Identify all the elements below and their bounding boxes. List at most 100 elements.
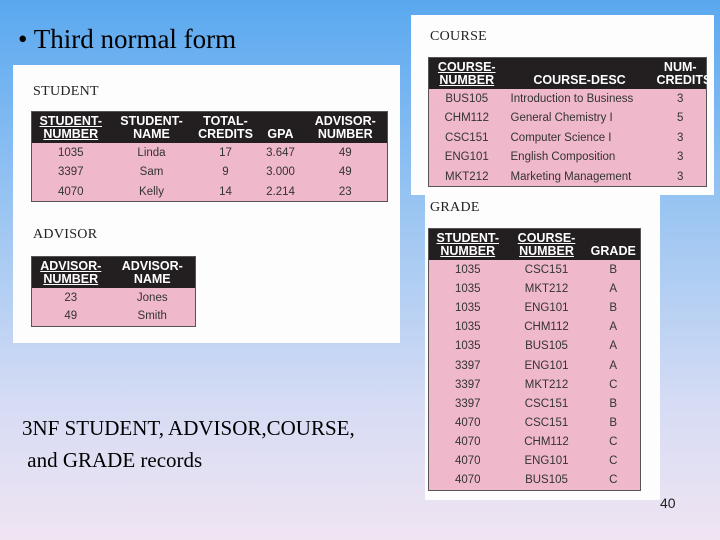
course-table-label: COURSE bbox=[430, 29, 488, 44]
table-row: 1035 MKT212 A bbox=[429, 279, 641, 298]
table-cell: CHM112 bbox=[524, 436, 569, 449]
table-cell: MKT212 bbox=[445, 170, 489, 183]
table-row: BUS105 Introduction to Business 3 bbox=[429, 89, 707, 109]
table-cell: Sam bbox=[139, 166, 164, 179]
table-cell: Marketing Management bbox=[510, 170, 632, 183]
table-cell: 1035 bbox=[454, 301, 481, 314]
table-cell: 3.647 bbox=[266, 146, 295, 159]
table-cell: 14 bbox=[219, 185, 232, 198]
table-cell: 1035 bbox=[454, 263, 481, 276]
table-cell: 3397 bbox=[454, 397, 481, 410]
table-cell: 9 bbox=[222, 166, 229, 179]
column-header-text: CREDITS bbox=[198, 127, 253, 141]
table-cell: 4070 bbox=[454, 436, 481, 449]
table-cell: General Chemistry I bbox=[510, 112, 613, 125]
grade-table: STUDENT- NUMBER COURSE- NUMBER GRADE 1035 CSC… bbox=[428, 228, 641, 491]
table-cell: CSC151 bbox=[445, 131, 489, 144]
table-cell: English Composition bbox=[510, 151, 616, 164]
column-header-text: NAME bbox=[133, 272, 171, 286]
table-cell: CSC151 bbox=[524, 417, 569, 430]
slide-title: • Third normal form bbox=[18, 24, 237, 54]
table-cell: Jones bbox=[136, 291, 168, 304]
table-cell: Computer Science I bbox=[510, 131, 612, 144]
column-header: ADVISOR- NUMBER bbox=[303, 111, 388, 143]
table-row: 4070 BUS105 C bbox=[429, 471, 641, 490]
table-cell: A bbox=[609, 340, 618, 353]
column-header-text: GRADE bbox=[590, 244, 636, 258]
table-cell: 1035 bbox=[454, 321, 481, 334]
table-cell: 3397 bbox=[57, 166, 84, 179]
table-cell: 23 bbox=[338, 185, 352, 198]
table-cell: 49 bbox=[338, 166, 352, 179]
column-header: STUDENT- NUMBER bbox=[428, 228, 507, 260]
table-cell: C bbox=[609, 436, 618, 449]
table-cell: C bbox=[609, 378, 618, 391]
table-cell: CHM112 bbox=[444, 112, 490, 125]
table-cell: 1035 bbox=[57, 146, 84, 159]
table-row: 1035 BUS105 A bbox=[429, 337, 641, 356]
table-row: 1035 CHM112 A bbox=[429, 318, 641, 337]
table-cell: B bbox=[609, 301, 618, 314]
table-row: 4070 CSC151 B bbox=[429, 414, 641, 433]
table-cell: 3 bbox=[677, 92, 684, 105]
caption-line-2: and GRADE records bbox=[22, 448, 203, 472]
table-cell: A bbox=[609, 282, 618, 295]
table-cell: 1035 bbox=[454, 282, 481, 295]
table-row: MKT212 Marketing Management 3 bbox=[429, 167, 707, 187]
table-row: CHM112 General Chemistry I 5 bbox=[429, 109, 707, 129]
advisor-table: ADVISOR- NUMBER ADVISOR- NAME 23 Jones 49 Smith bbox=[31, 256, 196, 327]
column-header-text: NUMBER bbox=[519, 244, 574, 258]
table-cell: 4070 bbox=[454, 474, 481, 487]
grade-table-label: GRADE bbox=[430, 200, 480, 215]
table-cell: 4070 bbox=[454, 417, 481, 430]
table-cell: 1035 bbox=[454, 340, 481, 353]
table-row: 49 Smith bbox=[32, 307, 196, 326]
table-row: ENG101 English Composition 3 bbox=[429, 148, 707, 168]
table-cell: BUS105 bbox=[445, 92, 489, 105]
table-cell: 3.000 bbox=[266, 166, 295, 179]
table-cell: CSC151 bbox=[524, 397, 569, 410]
table-row: 4070 Kelly 14 2.214 23 bbox=[32, 182, 388, 202]
column-header: COURSE-DESC bbox=[504, 57, 655, 89]
table-cell: Smith bbox=[137, 310, 167, 323]
table-cell: C bbox=[609, 455, 618, 468]
column-header: STUDENT- NAME bbox=[109, 111, 194, 143]
table-cell: 4070 bbox=[454, 455, 481, 468]
table-cell: C bbox=[609, 474, 618, 487]
table-row: 3397 MKT212 C bbox=[429, 375, 641, 394]
table-row: 23 Jones bbox=[32, 288, 196, 307]
course-table: COURSE- NUMBER COURSE-DESC NUM- CREDITS BUS1… bbox=[428, 57, 712, 187]
table-cell: CSC151 bbox=[524, 263, 569, 276]
advisor-table-label: ADVISOR bbox=[33, 227, 98, 242]
column-header-text: NUMBER bbox=[43, 272, 99, 286]
table-row: 3397 Sam 9 3.000 49 bbox=[32, 163, 388, 183]
course-header-row: COURSE- NUMBER COURSE-DESC NUM- CREDITS bbox=[428, 57, 712, 89]
column-header: TOTAL- CREDITS bbox=[193, 111, 258, 143]
table-cell: B bbox=[609, 417, 618, 430]
column-header-text: NUMBER bbox=[439, 73, 495, 87]
column-header-text: CREDITS bbox=[656, 73, 712, 87]
table-cell: MKT212 bbox=[524, 282, 569, 295]
table-cell: ENG101 bbox=[524, 455, 569, 468]
column-header-text: NUMBER bbox=[440, 244, 496, 258]
advisor-header-row: ADVISOR- NUMBER ADVISOR- NAME bbox=[31, 256, 196, 288]
column-header-text: NUMBER bbox=[317, 127, 373, 141]
table-cell: 3397 bbox=[454, 378, 481, 391]
table-cell: 49 bbox=[338, 146, 352, 159]
column-header: GRADE bbox=[586, 228, 641, 260]
table-row: 4070 ENG101 C bbox=[429, 452, 641, 471]
column-header: COURSE- NUMBER bbox=[506, 228, 587, 260]
table-cell: A bbox=[609, 321, 618, 334]
table-cell: ENG101 bbox=[524, 359, 569, 372]
table-cell: 4070 bbox=[57, 185, 84, 198]
table-cell: 5 bbox=[677, 112, 684, 125]
table-cell: ENG101 bbox=[524, 301, 569, 314]
table-cell: B bbox=[609, 397, 618, 410]
slide-caption: 3NF STUDENT, ADVISOR,COURSE, and GRADE r… bbox=[22, 412, 355, 476]
table-row: 3397 CSC151 B bbox=[429, 394, 641, 413]
table-cell: 17 bbox=[219, 146, 232, 159]
table-cell: 3 bbox=[677, 170, 684, 183]
table-cell: Kelly bbox=[139, 185, 164, 198]
table-cell: 3 bbox=[677, 151, 684, 164]
column-header-text: NAME bbox=[133, 127, 170, 141]
